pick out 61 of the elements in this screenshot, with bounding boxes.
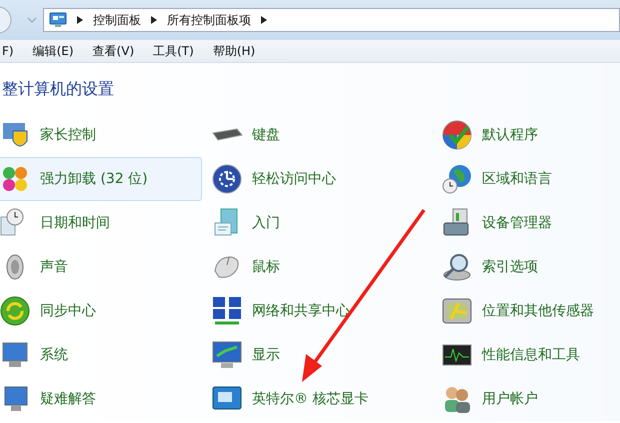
control-panel-item[interactable]: 强力卸载 (32 位)	[0, 157, 202, 201]
item-label: 系统	[40, 346, 68, 364]
item-label: 家长控制	[40, 126, 96, 144]
control-panel-item[interactable]: 轻松访问中心	[210, 157, 432, 201]
control-panel-item[interactable]: 日期和时间	[0, 201, 202, 245]
menu-item[interactable]: F)	[2, 44, 14, 58]
control-panel-item[interactable]: 位置和其他传感器	[440, 289, 612, 333]
breadcrumb[interactable]: 控制面板	[93, 12, 141, 28]
page-heading: 整计算机的设置	[2, 78, 115, 100]
separator-icon	[261, 16, 267, 24]
display-icon	[211, 339, 243, 371]
item-label: 性能信息和工具	[482, 346, 580, 364]
item-label: 疑难解答	[40, 390, 96, 408]
item-label: 强力卸载 (32 位)	[40, 170, 148, 188]
item-label: 区域和语言	[482, 170, 552, 188]
control-panel-item[interactable]: 声音	[0, 245, 202, 289]
item-label: 同步中心	[40, 302, 96, 320]
item-label: 网络和共享中心	[252, 302, 350, 320]
control-panel-item[interactable]: 键盘	[210, 113, 432, 157]
item-label: 用户帐户	[482, 390, 538, 408]
menu-item[interactable]: 编辑(E)	[32, 42, 74, 60]
breadcrumb[interactable]: 所有控制面板项	[167, 12, 251, 28]
menu-item[interactable]: 查看(V)	[92, 42, 134, 60]
address-field[interactable]: 控制面板 所有控制面板项	[43, 8, 620, 32]
item-label: 位置和其他传感器	[482, 302, 594, 320]
control-panel-item[interactable]: 用户帐户	[440, 377, 612, 421]
control-panel-item[interactable]: 鼠标	[210, 245, 432, 289]
menu-item[interactable]: 工具(T)	[153, 42, 194, 60]
control-panel-item[interactable]: 英特尔® 核芯显卡	[210, 377, 432, 421]
network-icon	[211, 295, 243, 327]
item-label: 默认程序	[482, 126, 538, 144]
item-label: 日期和时间	[40, 214, 110, 232]
control-panel-item[interactable]: 系统	[0, 333, 202, 377]
magnifier-icon	[441, 251, 473, 283]
control-panel-item[interactable]: 性能信息和工具	[440, 333, 612, 377]
item-label: 英特尔® 核芯显卡	[252, 390, 368, 408]
sync-icon	[0, 295, 31, 327]
control-panel-item[interactable]: 网络和共享中心	[210, 289, 432, 333]
control-panel-icon	[49, 12, 67, 28]
control-panel-item[interactable]: 入门	[210, 201, 432, 245]
item-label: 声音	[40, 258, 68, 276]
item-label: 鼠标	[252, 258, 280, 276]
item-label: 显示	[252, 346, 280, 364]
item-label: 设备管理器	[482, 214, 552, 232]
item-label: 键盘	[252, 126, 280, 144]
control-panel-item[interactable]: 显示	[210, 333, 432, 377]
control-panel-item[interactable]: 默认程序	[440, 113, 612, 157]
control-panel-item[interactable]: 家长控制	[0, 113, 202, 157]
menu-item[interactable]: 帮助(H)	[212, 42, 256, 60]
item-label: 索引选项	[482, 258, 538, 276]
item-label: 轻松访问中心	[252, 170, 336, 188]
caret-icon[interactable]	[27, 16, 37, 24]
item-label: 入门	[252, 214, 280, 232]
control-panel-item[interactable]: 设备管理器	[440, 201, 612, 245]
separator-icon	[77, 16, 83, 24]
control-panel-item[interactable]: 索引选项	[440, 245, 612, 289]
globe-clock-icon	[441, 163, 473, 195]
control-panel-item[interactable]: 区域和语言	[440, 157, 612, 201]
separator-icon	[151, 16, 157, 24]
control-panel-item[interactable]: 疑难解答	[0, 377, 202, 421]
control-panel-item[interactable]: 同步中心	[0, 289, 202, 333]
